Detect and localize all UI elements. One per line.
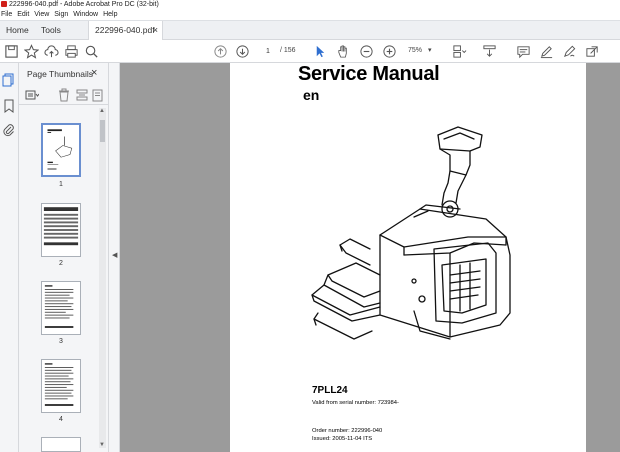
zoom-out-icon[interactable] xyxy=(359,44,374,59)
next-page-icon[interactable] xyxy=(235,44,250,59)
select-cursor-icon[interactable] xyxy=(313,44,328,59)
tab-bar: Home Tools 222996-040.pdf × xyxy=(0,20,620,40)
page-thumbnail-5[interactable] xyxy=(41,437,81,452)
document-viewer[interactable]: Service Manual en 7PLL24 Valid from seri… xyxy=(120,63,620,452)
previous-page-icon[interactable] xyxy=(213,44,228,59)
pallet-truck-illustration xyxy=(311,126,511,340)
scroll-mode-icon[interactable] xyxy=(482,44,497,59)
navigation-rail xyxy=(0,63,19,452)
menu-sign[interactable]: Sign xyxy=(54,11,68,18)
page-thumbnails-icon[interactable] xyxy=(2,73,16,87)
print-icon[interactable] xyxy=(64,44,79,59)
scrollbar-thumb[interactable] xyxy=(100,120,105,142)
page-thumbnail-label: 1 xyxy=(59,181,63,188)
window-title: 222996-040.pdf - Adobe Acrobat Pro DC (3… xyxy=(9,1,159,8)
share-tools-icon[interactable] xyxy=(585,44,600,59)
tab-document-label: 222996-040.pdf xyxy=(95,25,155,35)
thumbnail-toolbar xyxy=(19,85,109,105)
pdf-page: Service Manual en 7PLL24 Valid from seri… xyxy=(230,63,586,452)
page-thumbnail-3[interactable] xyxy=(41,281,81,335)
star-icon[interactable] xyxy=(23,44,40,59)
search-icon[interactable] xyxy=(84,44,99,59)
sign-pen-icon[interactable] xyxy=(562,44,577,59)
tab-tools[interactable]: Tools xyxy=(35,21,67,40)
page-number-input[interactable] xyxy=(258,45,278,57)
tab-home[interactable]: Home xyxy=(0,21,35,40)
scroll-down-icon[interactable]: ▼ xyxy=(99,442,105,448)
page-thumbnail-label: 3 xyxy=(59,338,63,345)
page-thumbnails-panel: Page Thumbnails × 1 2 3 4 ▲ ▼ xyxy=(19,63,109,452)
menu-window[interactable]: Window xyxy=(73,11,98,18)
toolbar: / 156 75% ▾ xyxy=(0,40,620,63)
paperclip-icon[interactable] xyxy=(2,123,16,137)
chevron-down-icon[interactable]: ▾ xyxy=(428,46,432,54)
page-thumbnail-label: 2 xyxy=(59,260,63,267)
page-total: / 156 xyxy=(280,47,296,54)
doc-language: en xyxy=(303,87,320,103)
chevron-left-icon[interactable]: ◀ xyxy=(112,251,117,259)
page-thumbnail-label: 4 xyxy=(59,416,63,423)
hand-tool-icon[interactable] xyxy=(336,44,351,59)
panel-collapse-handle[interactable]: ◀ xyxy=(109,63,120,452)
page-thumbnail-1[interactable] xyxy=(41,123,81,177)
upload-cloud-icon[interactable] xyxy=(44,44,59,59)
doc-model: 7PLL24 xyxy=(312,385,348,396)
scroll-up-icon[interactable]: ▲ xyxy=(99,108,105,114)
menu-edit[interactable]: Edit xyxy=(17,11,29,18)
delete-page-icon[interactable] xyxy=(57,88,71,102)
doc-title: Service Manual xyxy=(298,63,440,85)
acrobat-app-icon xyxy=(1,1,7,7)
menu-bar: File Edit View Sign Window Help xyxy=(0,9,620,20)
close-tab-icon[interactable]: × xyxy=(153,21,158,40)
highlight-pen-icon[interactable] xyxy=(539,44,554,59)
menu-view[interactable]: View xyxy=(34,11,49,18)
comment-icon[interactable] xyxy=(516,44,531,59)
insert-page-icon[interactable] xyxy=(91,88,105,102)
doc-serial: Valid from serial number: 723984- xyxy=(312,400,399,406)
page-thumbnail-4[interactable] xyxy=(41,359,81,413)
zoom-level-select[interactable]: 75% xyxy=(408,47,422,54)
thumbnail-scrollbar[interactable]: ▲ ▼ xyxy=(99,108,106,448)
save-icon[interactable] xyxy=(4,44,19,59)
doc-order-number: Order number: 222996-040 xyxy=(312,428,383,434)
title-bar: 222996-040.pdf - Adobe Acrobat Pro DC (3… xyxy=(0,0,620,9)
doc-issued-date: Issued: 2005-11-04 ITS xyxy=(312,436,373,442)
tab-document[interactable]: 222996-040.pdf × xyxy=(88,21,163,40)
menu-file[interactable]: File xyxy=(1,11,12,18)
options-menu-icon[interactable] xyxy=(25,88,40,102)
menu-help[interactable]: Help xyxy=(103,11,117,18)
bookmark-icon[interactable] xyxy=(2,99,16,113)
rotate-page-icon[interactable] xyxy=(75,88,89,102)
page-layout-icon[interactable] xyxy=(452,44,467,59)
page-thumbnail-2[interactable] xyxy=(41,203,81,257)
zoom-in-icon[interactable] xyxy=(382,44,397,59)
panel-title: Page Thumbnails xyxy=(27,69,93,79)
close-panel-icon[interactable]: × xyxy=(91,67,97,79)
